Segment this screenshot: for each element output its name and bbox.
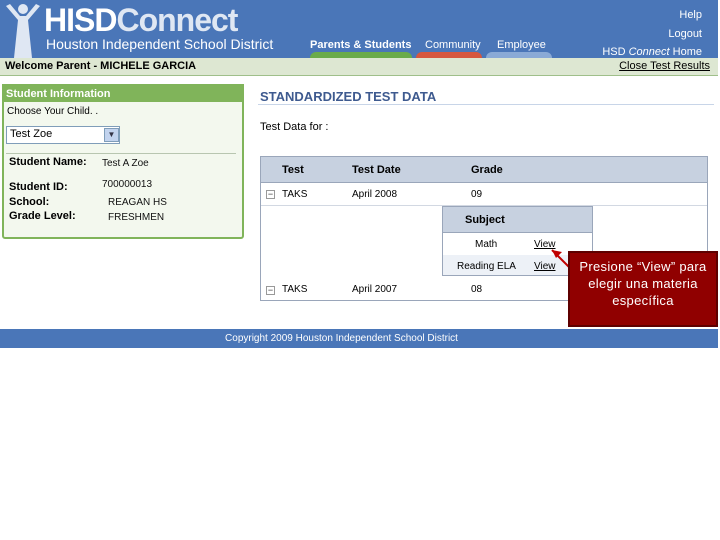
grade-level-label: Grade Level: <box>9 210 76 222</box>
student-id-label: Student ID: <box>9 181 68 193</box>
row-grade: 08 <box>471 284 483 295</box>
grade-level-value: FRESHMEN <box>108 212 165 223</box>
collapse-icon[interactable]: − <box>266 190 275 199</box>
column-header-test-date: Test Date <box>352 164 401 176</box>
logout-link[interactable]: Logout <box>668 28 702 40</box>
expand-icon[interactable]: − <box>266 286 275 295</box>
divider <box>6 153 236 154</box>
student-panel-title: Student Information <box>6 88 111 100</box>
welcome-text: Welcome Parent - MICHELE GARCIA <box>5 60 197 72</box>
hisd-connect-home-link[interactable]: HSD Connect Home <box>602 46 702 58</box>
district-name: Houston Independent School District <box>46 36 274 52</box>
column-header-grade: Grade <box>471 164 503 176</box>
student-name-value: Test A Zoe <box>102 158 149 169</box>
subject-name: Reading ELA <box>457 261 516 272</box>
row-test-date: April 2008 <box>352 189 398 200</box>
student-name-label: Student Name: <box>9 156 87 168</box>
student-id-value: 700000013 <box>102 179 153 190</box>
nav-employee[interactable]: Employee <box>497 39 546 51</box>
row-test: TAKS <box>282 284 308 295</box>
row-grade: 09 <box>471 189 483 200</box>
copyright-text: Copyright 2009 Houston Independent Schoo… <box>225 333 458 344</box>
child-select-value[interactable]: Test Zoe <box>10 128 52 140</box>
divider <box>258 104 714 105</box>
subject-column-header: Subject <box>465 214 505 226</box>
callout-text: Presione “View” para elegir una materia … <box>579 259 707 308</box>
chevron-down-icon[interactable]: ▼ <box>104 128 119 142</box>
column-header-test: Test <box>282 164 304 176</box>
nav-community[interactable]: Community <box>425 39 481 51</box>
row-test-date: April 2007 <box>352 284 398 295</box>
choose-child-label: Choose Your Child. . <box>7 106 99 117</box>
nav-parents-students[interactable]: Parents & Students <box>310 39 411 51</box>
subject-name: Math <box>475 239 498 250</box>
page-title: STANDARDIZED TEST DATA <box>260 89 437 104</box>
test-data-for-label: Test Data for : <box>260 121 329 133</box>
school-value: REAGAN HS <box>108 197 167 208</box>
close-test-results-link[interactable]: Close Test Results <box>619 60 710 72</box>
graduate-logo-icon <box>6 4 40 58</box>
row-test: TAKS <box>282 189 308 200</box>
hisd-connect-logo[interactable]: HISDConnect <box>44 2 238 39</box>
help-link[interactable]: Help <box>679 9 702 21</box>
school-label: School: <box>9 196 50 208</box>
table-row <box>261 183 707 206</box>
